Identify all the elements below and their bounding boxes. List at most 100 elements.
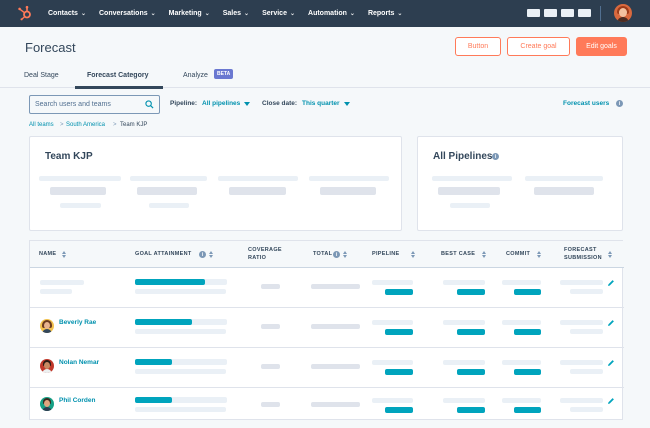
rep-name-link[interactable]: Beverly Rae [59, 319, 96, 326]
col-header-total[interactable]: TOTAL [313, 251, 332, 258]
nav-service[interactable]: Service ⌄ [262, 10, 295, 17]
nav-marketing[interactable]: Marketing ⌄ [169, 10, 210, 17]
rep-name-link[interactable]: Nolan Nemar [59, 359, 99, 366]
col-header-commit[interactable]: COMMIT [506, 251, 530, 258]
col-header-best-case[interactable]: BEST CASE [441, 251, 475, 258]
breadcrumb-region[interactable]: South America [66, 122, 105, 128]
sort-icon[interactable] [482, 251, 486, 258]
sort-icon[interactable] [343, 251, 347, 258]
pipelines-card-title: All Pipelines [433, 151, 493, 162]
table-row[interactable]: Nolan Nemar [30, 348, 624, 388]
breadcrumb-all-teams[interactable]: All teams [29, 122, 54, 128]
col-header-name[interactable]: NAME [39, 251, 56, 258]
edit-pencil-icon[interactable] [607, 319, 615, 327]
nav-contacts[interactable]: Contacts ⌄ [48, 10, 86, 17]
forecast-table: NAME GOAL ATTAINMENT i COVERAGE RATIO TO… [29, 240, 624, 420]
sort-icon[interactable] [209, 251, 213, 258]
caret-down-icon[interactable] [244, 102, 250, 106]
nav-automation[interactable]: Automation ⌄ [308, 10, 355, 17]
generic-button[interactable]: Button [455, 37, 501, 56]
search-icon[interactable] [145, 100, 154, 109]
table-row[interactable]: Phil Corden [30, 388, 624, 428]
tab-bar: Deal Stage Forecast Category Analyze [0, 66, 650, 89]
tab-forecast-category[interactable]: Forecast Category [87, 72, 148, 79]
pipelines-summary-card: All Pipelines i [417, 136, 623, 231]
create-goal-button[interactable]: Create goal [507, 37, 570, 56]
chevron-down-icon: ⌄ [150, 11, 156, 17]
search-input[interactable]: Search users and teams [29, 95, 160, 114]
edit-pencil-icon[interactable] [607, 279, 615, 287]
page-title: Forecast [25, 40, 76, 55]
col-header-pipeline[interactable]: PIPELINE [372, 251, 399, 258]
nav-label: Sales [222, 10, 242, 17]
user-avatar[interactable] [614, 4, 632, 22]
nav-label: Marketing [168, 10, 202, 17]
top-navigation-bar: Contacts ⌄ Conversations ⌄ Marketing ⌄ Sale… [0, 0, 650, 27]
info-icon[interactable]: i [199, 251, 206, 258]
tab-deal-stage[interactable]: Deal Stage [24, 72, 59, 79]
info-icon[interactable]: i [492, 153, 499, 160]
beta-badge: BETA [214, 69, 234, 79]
sort-icon[interactable] [411, 251, 415, 258]
rep-avatar [40, 359, 54, 373]
col-header-coverage[interactable]: COVERAGE [248, 247, 282, 254]
sort-icon[interactable] [62, 251, 66, 258]
edit-pencil-icon[interactable] [607, 359, 615, 367]
goal-progress-fill [135, 397, 172, 403]
nav-sales[interactable]: Sales ⌄ [223, 10, 249, 17]
nav-label: Automation [308, 10, 347, 17]
goal-progress-track [135, 397, 227, 403]
close-date-filter-label: Close date: [262, 100, 298, 107]
team-card-title: Team KJP [45, 151, 93, 162]
col-header-forecast-submission[interactable]: SUBMISSION [564, 255, 602, 262]
team-summary-card: Team KJP [29, 136, 402, 231]
caret-down-icon[interactable] [344, 102, 350, 106]
nav-divider [600, 6, 601, 21]
col-header-forecast[interactable]: FORECAST [564, 247, 597, 254]
chevron-down-icon: ⌄ [244, 11, 250, 17]
nav-label: Conversations [98, 10, 148, 17]
table-header: NAME GOAL ATTAINMENT i COVERAGE RATIO TO… [30, 241, 624, 268]
breadcrumb-separator: > [60, 122, 64, 128]
table-row[interactable]: Beverly Rae [30, 308, 624, 348]
col-header-goal-attainment[interactable]: GOAL ATTAINMENT [135, 251, 192, 258]
nav-utility-icon-1[interactable] [527, 9, 540, 17]
chevron-down-icon: ⌄ [80, 11, 86, 17]
tab-analyze[interactable]: Analyze [183, 72, 208, 79]
table-row[interactable] [30, 268, 624, 308]
sort-icon[interactable] [537, 251, 541, 258]
sort-icon[interactable] [608, 251, 612, 258]
breadcrumb-separator: > [113, 122, 117, 128]
goal-progress-track [135, 319, 227, 325]
rep-name-link[interactable]: Phil Corden [59, 397, 95, 404]
chevron-down-icon: ⌄ [204, 11, 210, 17]
edit-pencil-icon[interactable] [607, 397, 615, 405]
nav-label: Reports [367, 10, 395, 17]
goal-progress-track [135, 279, 227, 285]
nav-reports[interactable]: Reports ⌄ [368, 10, 402, 17]
nav-utility-icon-3[interactable] [561, 9, 574, 17]
chevron-down-icon: ⌄ [289, 11, 296, 17]
forecast-users-link[interactable]: Forecast users [563, 100, 609, 107]
nav-label: Service [262, 10, 287, 17]
goal-progress-fill [135, 319, 193, 325]
col-header-coverage-ratio[interactable]: RATIO [248, 255, 266, 262]
info-icon[interactable]: i [616, 100, 623, 107]
close-date-filter-dropdown[interactable]: This quarter [302, 100, 340, 107]
info-icon[interactable]: i [333, 251, 340, 258]
hubspot-logo-icon[interactable] [17, 5, 33, 21]
nav-label: Contacts [48, 10, 78, 17]
chevron-down-icon: ⌄ [349, 11, 355, 17]
breadcrumb-current-team: Team KJP [120, 122, 148, 128]
goal-progress-fill [135, 359, 172, 365]
goal-progress-fill [135, 279, 205, 285]
chevron-down-icon: ⌄ [397, 11, 403, 17]
search-placeholder: Search users and teams [35, 101, 111, 108]
pipeline-filter-dropdown[interactable]: All pipelines [202, 100, 240, 107]
nav-utility-icon-2[interactable] [544, 9, 557, 17]
nav-utility-icon-4[interactable] [578, 9, 591, 17]
nav-conversations[interactable]: Conversations ⌄ [99, 10, 156, 17]
edit-goals-button[interactable]: Edit goals [576, 37, 627, 56]
main-menu: Contacts ⌄ Conversations ⌄ Marketing ⌄ Sale… [48, 0, 415, 27]
active-tab-indicator [75, 86, 163, 89]
